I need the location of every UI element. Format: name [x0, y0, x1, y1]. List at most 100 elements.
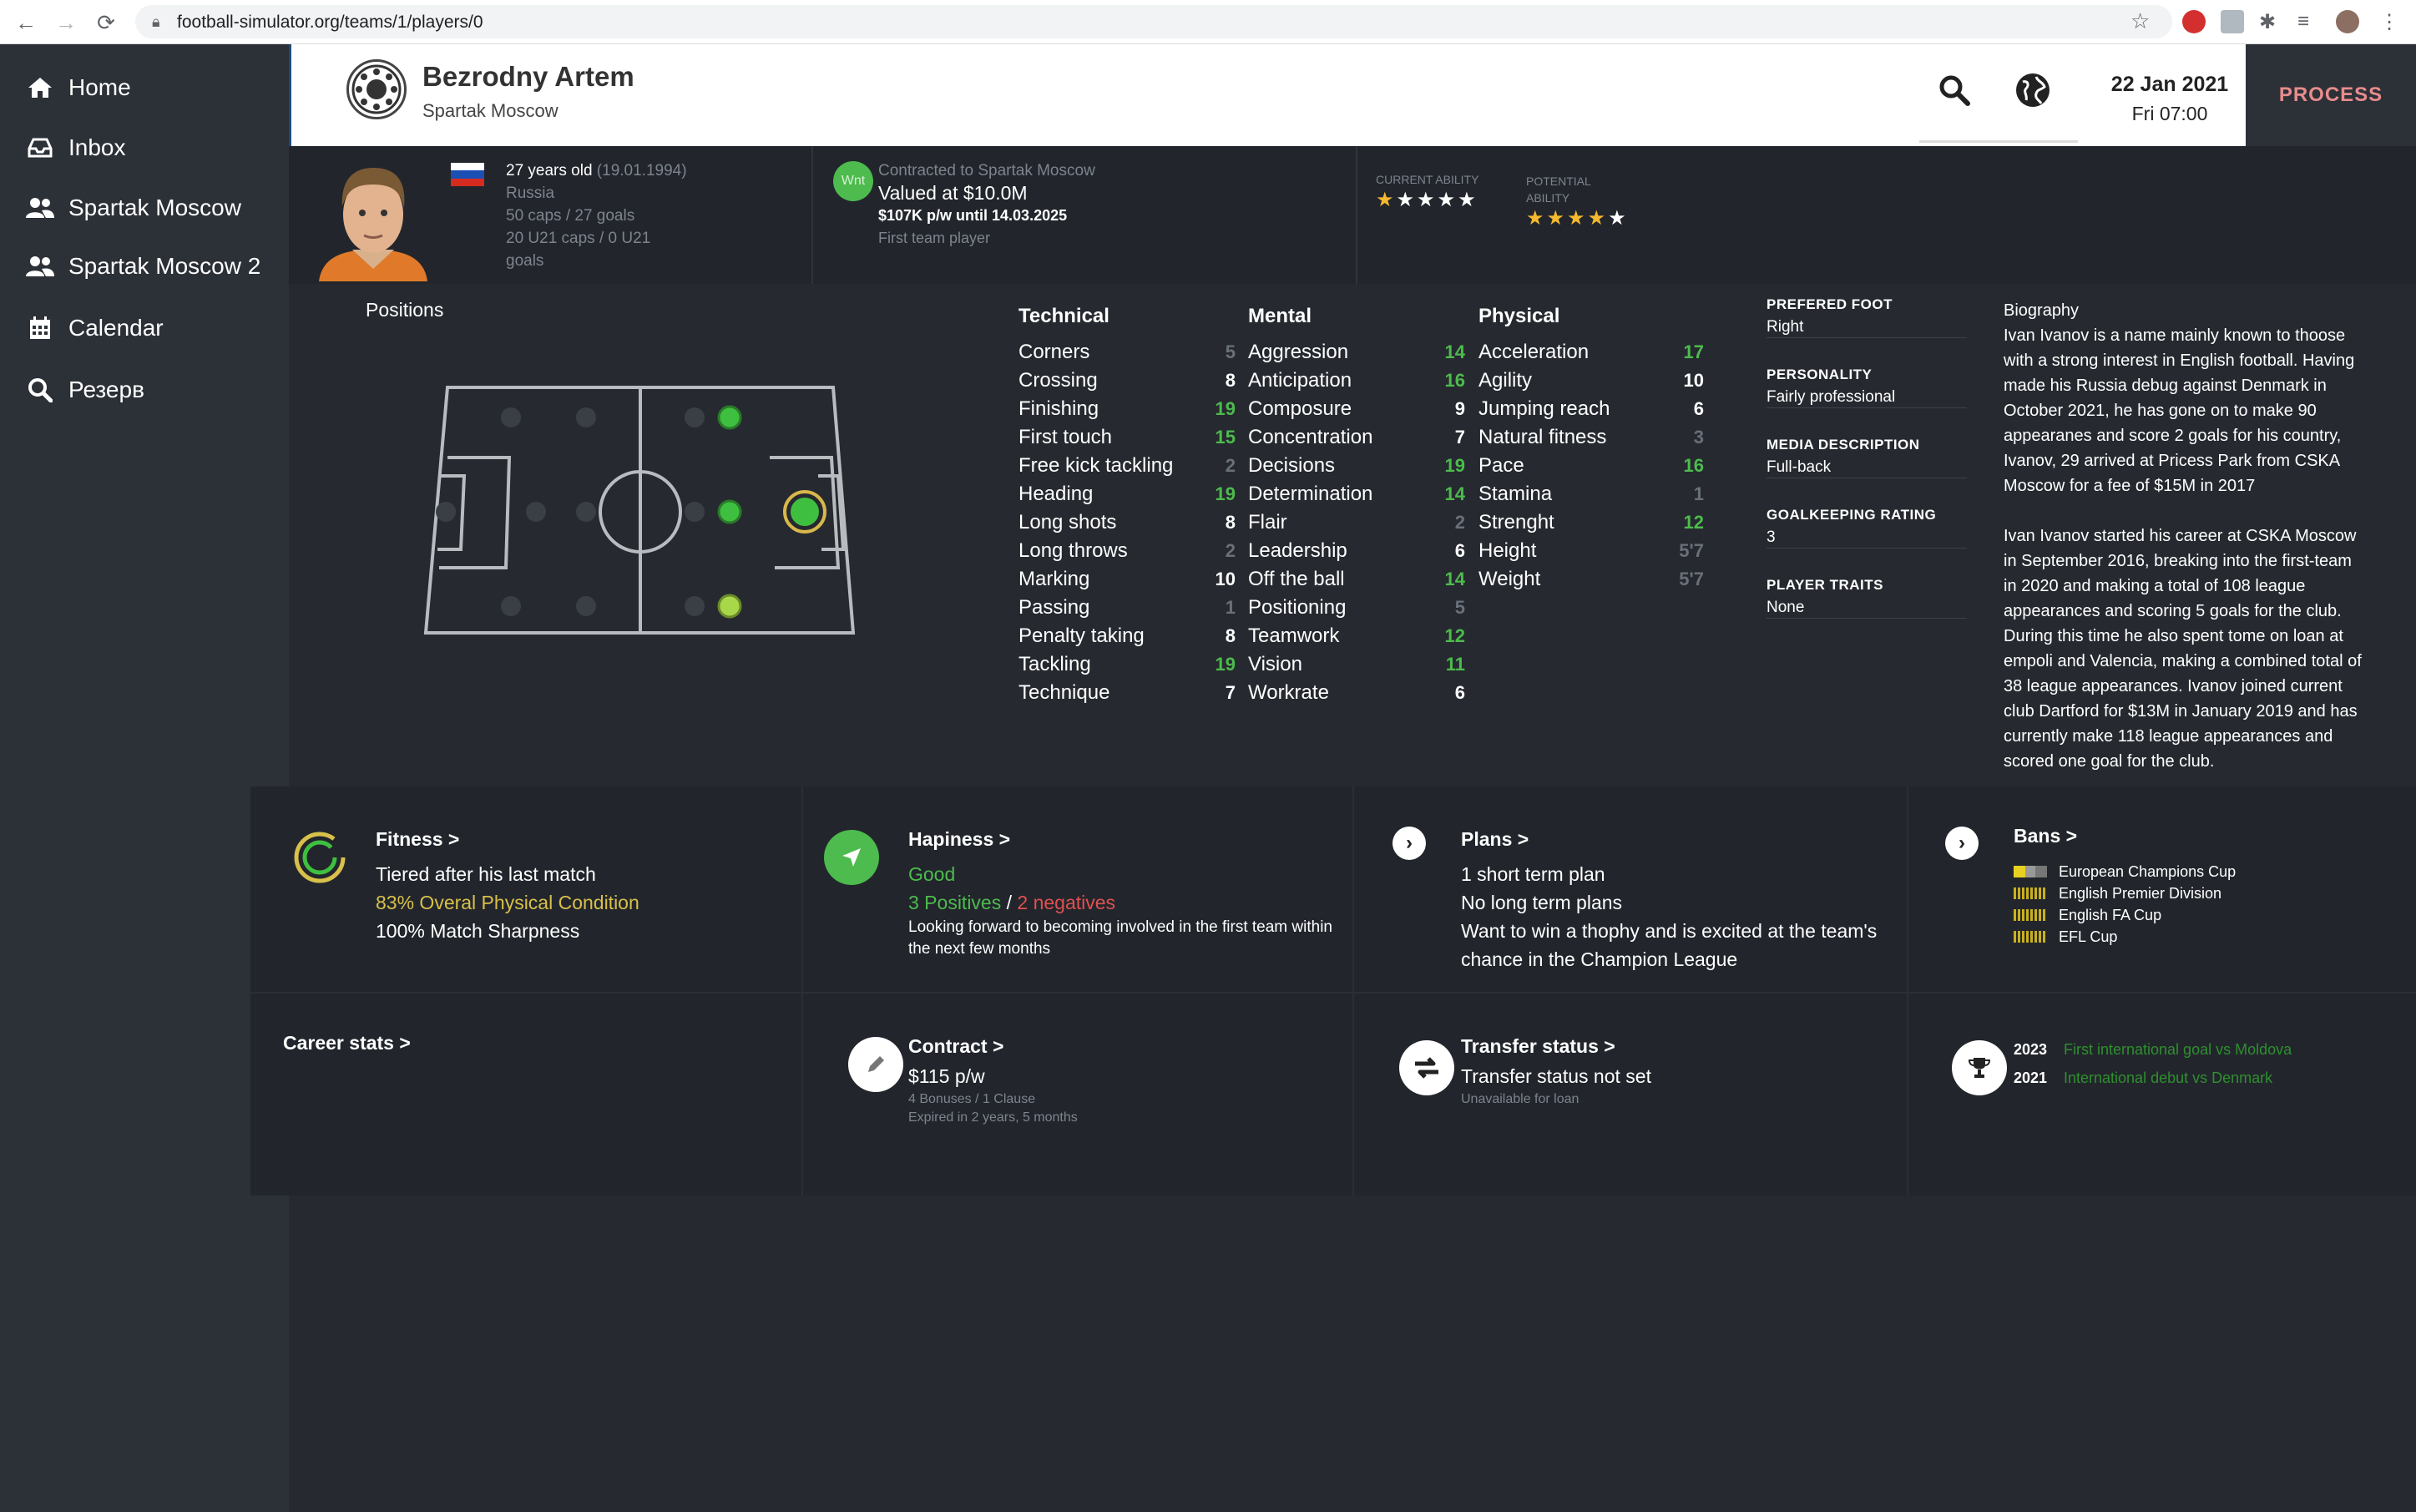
sidebar-item-reserve[interactable]: Резерв: [0, 360, 289, 420]
attribute-value: 19: [1215, 654, 1236, 675]
attribute-name: Height: [1478, 539, 1537, 562]
team-name[interactable]: Spartak Moscow: [422, 100, 559, 122]
game-time: Fri 07:00: [2131, 103, 2208, 124]
attribute-name: Acceleration: [1478, 341, 1590, 363]
attribute-row: Flair 2: [1248, 508, 1465, 537]
address-bar[interactable]: 🔒︎ football-simulator.org/teams/1/player…: [135, 5, 2172, 38]
biography-line: in 2020 and making a total of 108 league: [2004, 577, 2306, 595]
bookmark-star-icon[interactable]: ☆: [2130, 8, 2150, 34]
attribute-row: Passing 1: [1018, 594, 1236, 622]
position-dot: [717, 405, 742, 430]
attribute-row: Agility 10: [1478, 367, 1704, 395]
fitness-card: Fitness > Tiered after his last match 83…: [376, 825, 639, 945]
ban-competition: English Premier Division: [2059, 885, 2222, 902]
physical-condition: 83% Overal Physical Condition: [376, 892, 639, 913]
bans-link[interactable]: Bans >: [2014, 825, 2236, 847]
position-dot: [717, 594, 742, 619]
current-ability-stars: ★★★★★: [1376, 189, 1478, 211]
attribute-row: Height 5'7: [1478, 537, 1704, 565]
ban-item[interactable]: English FA Cup: [2014, 904, 2236, 926]
extension-icon[interactable]: [2221, 10, 2244, 33]
back-arrow-icon[interactable]: ←: [12, 8, 40, 37]
attribute-name: First touch: [1018, 426, 1113, 448]
player-header: Bezrodny Artem Spartak Moscow 22 Jan 202…: [289, 44, 2416, 146]
ban-item[interactable]: English Premier Division: [2014, 882, 2236, 904]
reload-icon[interactable]: ⟳: [92, 8, 120, 37]
attribute-value: 12: [1444, 625, 1465, 646]
milestone-text[interactable]: International debut vs Denmark: [2064, 1070, 2272, 1086]
transfer-card: Transfer status > Transfer status not se…: [1461, 1032, 1651, 1109]
attribute-value: 1: [1693, 483, 1704, 504]
attribute-value: 8: [1225, 370, 1236, 391]
milestone-text[interactable]: First international goal vs Moldova: [2064, 1041, 2292, 1058]
ban-competition: English FA Cup: [2059, 907, 2162, 923]
ban-item[interactable]: European Champions Cup: [2014, 861, 2236, 882]
attribute-row: Penalty taking 8: [1018, 622, 1236, 650]
adblock-extension-icon[interactable]: [2182, 10, 2206, 33]
attribute-row: Concentration 7: [1248, 423, 1465, 452]
sidebar-item-home[interactable]: Home: [0, 58, 289, 118]
transfer-arrows-icon: [1399, 1040, 1454, 1095]
biography-line: October 2021, he has gone on to make 90: [2004, 402, 2317, 420]
technical-title: Technical: [1018, 305, 1109, 327]
happiness-positives[interactable]: 3 Positives: [908, 892, 1001, 913]
search-icon[interactable]: [1938, 73, 1971, 111]
ban-item[interactable]: EFL Cup: [2014, 926, 2236, 948]
attribute-name: Positioning: [1248, 596, 1347, 619]
menu-kebab-icon[interactable]: ⋮: [2379, 10, 2403, 33]
attribute-value: 5'7: [1679, 540, 1704, 561]
contract-summary: Contracted to Spartak Moscow Valued at $…: [878, 159, 1095, 250]
attribute-name: Technique: [1018, 681, 1110, 704]
sidebar-item-calendar[interactable]: Calendar: [0, 298, 289, 358]
attribute-name: Agility: [1478, 369, 1533, 392]
attribute-row: Aggression 14: [1248, 338, 1465, 367]
media-description-label: MEDIA DESCRIPTION: [1767, 437, 1920, 453]
personality: Fairly professional: [1767, 388, 1896, 406]
contract-wage: $115 p/w: [908, 1065, 985, 1087]
globe-icon[interactable]: [2014, 72, 2051, 113]
attribute-name: Decisions: [1248, 454, 1336, 477]
puzzle-extension-icon[interactable]: ✱: [2259, 10, 2282, 33]
attribute-name: Strenght: [1478, 511, 1554, 533]
biography-line: Ivan Ivanov is a name mainly known to th…: [2004, 326, 2346, 345]
attribute-row: Determination 14: [1248, 480, 1465, 508]
player-traits: None: [1767, 599, 1805, 616]
attribute-row: Tackling 19: [1018, 650, 1236, 679]
attribute-name: Aggression: [1248, 341, 1349, 363]
attribute-value: 19: [1215, 483, 1236, 504]
forward-arrow-icon[interactable]: →: [52, 8, 80, 37]
player-age: 27 years old: [506, 162, 593, 180]
attribute-row: Heading 19: [1018, 480, 1236, 508]
biography-line: appearances and scoring 5 goals for the …: [2004, 602, 2342, 620]
chevron-right-icon[interactable]: ›: [1392, 827, 1426, 860]
personality-label: PERSONALITY: [1767, 367, 1873, 382]
attribute-name: Workrate: [1248, 681, 1329, 704]
attribute-value: 10: [1215, 569, 1236, 589]
reading-list-icon[interactable]: ≡: [2297, 10, 2321, 33]
fitness-icon: [292, 830, 347, 889]
sidebar-item-spartak-moscow[interactable]: Spartak Moscow: [0, 178, 289, 238]
chevron-right-icon[interactable]: ›: [1945, 827, 1979, 860]
users-icon: [23, 255, 57, 277]
attribute-row: Technique 7: [1018, 679, 1236, 707]
attribute-row: Strenght 12: [1478, 508, 1704, 537]
contract-link[interactable]: Contract >: [908, 1032, 1078, 1060]
attribute-row: Composure 9: [1248, 395, 1465, 423]
process-button[interactable]: PROCESS: [2246, 44, 2416, 146]
attribute-name: Free kick tackling: [1018, 454, 1174, 477]
users-icon: [23, 197, 57, 219]
career-stats-link[interactable]: Career stats >: [283, 1032, 411, 1054]
sidebar-item-inbox[interactable]: Inbox: [0, 118, 289, 178]
transfer-status-link[interactable]: Transfer status >: [1461, 1032, 1651, 1060]
player-name: Bezrodny Artem: [422, 61, 634, 92]
plans-link[interactable]: Plans >: [1461, 825, 1877, 853]
attribute-name: Concentration: [1248, 426, 1373, 448]
fitness-link[interactable]: Fitness >: [376, 825, 639, 853]
attribute-name: Crossing: [1018, 369, 1098, 392]
profile-avatar-icon[interactable]: [2336, 10, 2359, 33]
happiness-link[interactable]: Hapiness >: [908, 825, 1359, 853]
attribute-value: 14: [1444, 341, 1465, 362]
sidebar-item-spartak-moscow-2[interactable]: Spartak Moscow 2: [0, 236, 289, 296]
sidebar-item-label: Spartak Moscow 2: [68, 253, 261, 279]
happiness-negatives[interactable]: 2 negatives: [1017, 892, 1115, 913]
